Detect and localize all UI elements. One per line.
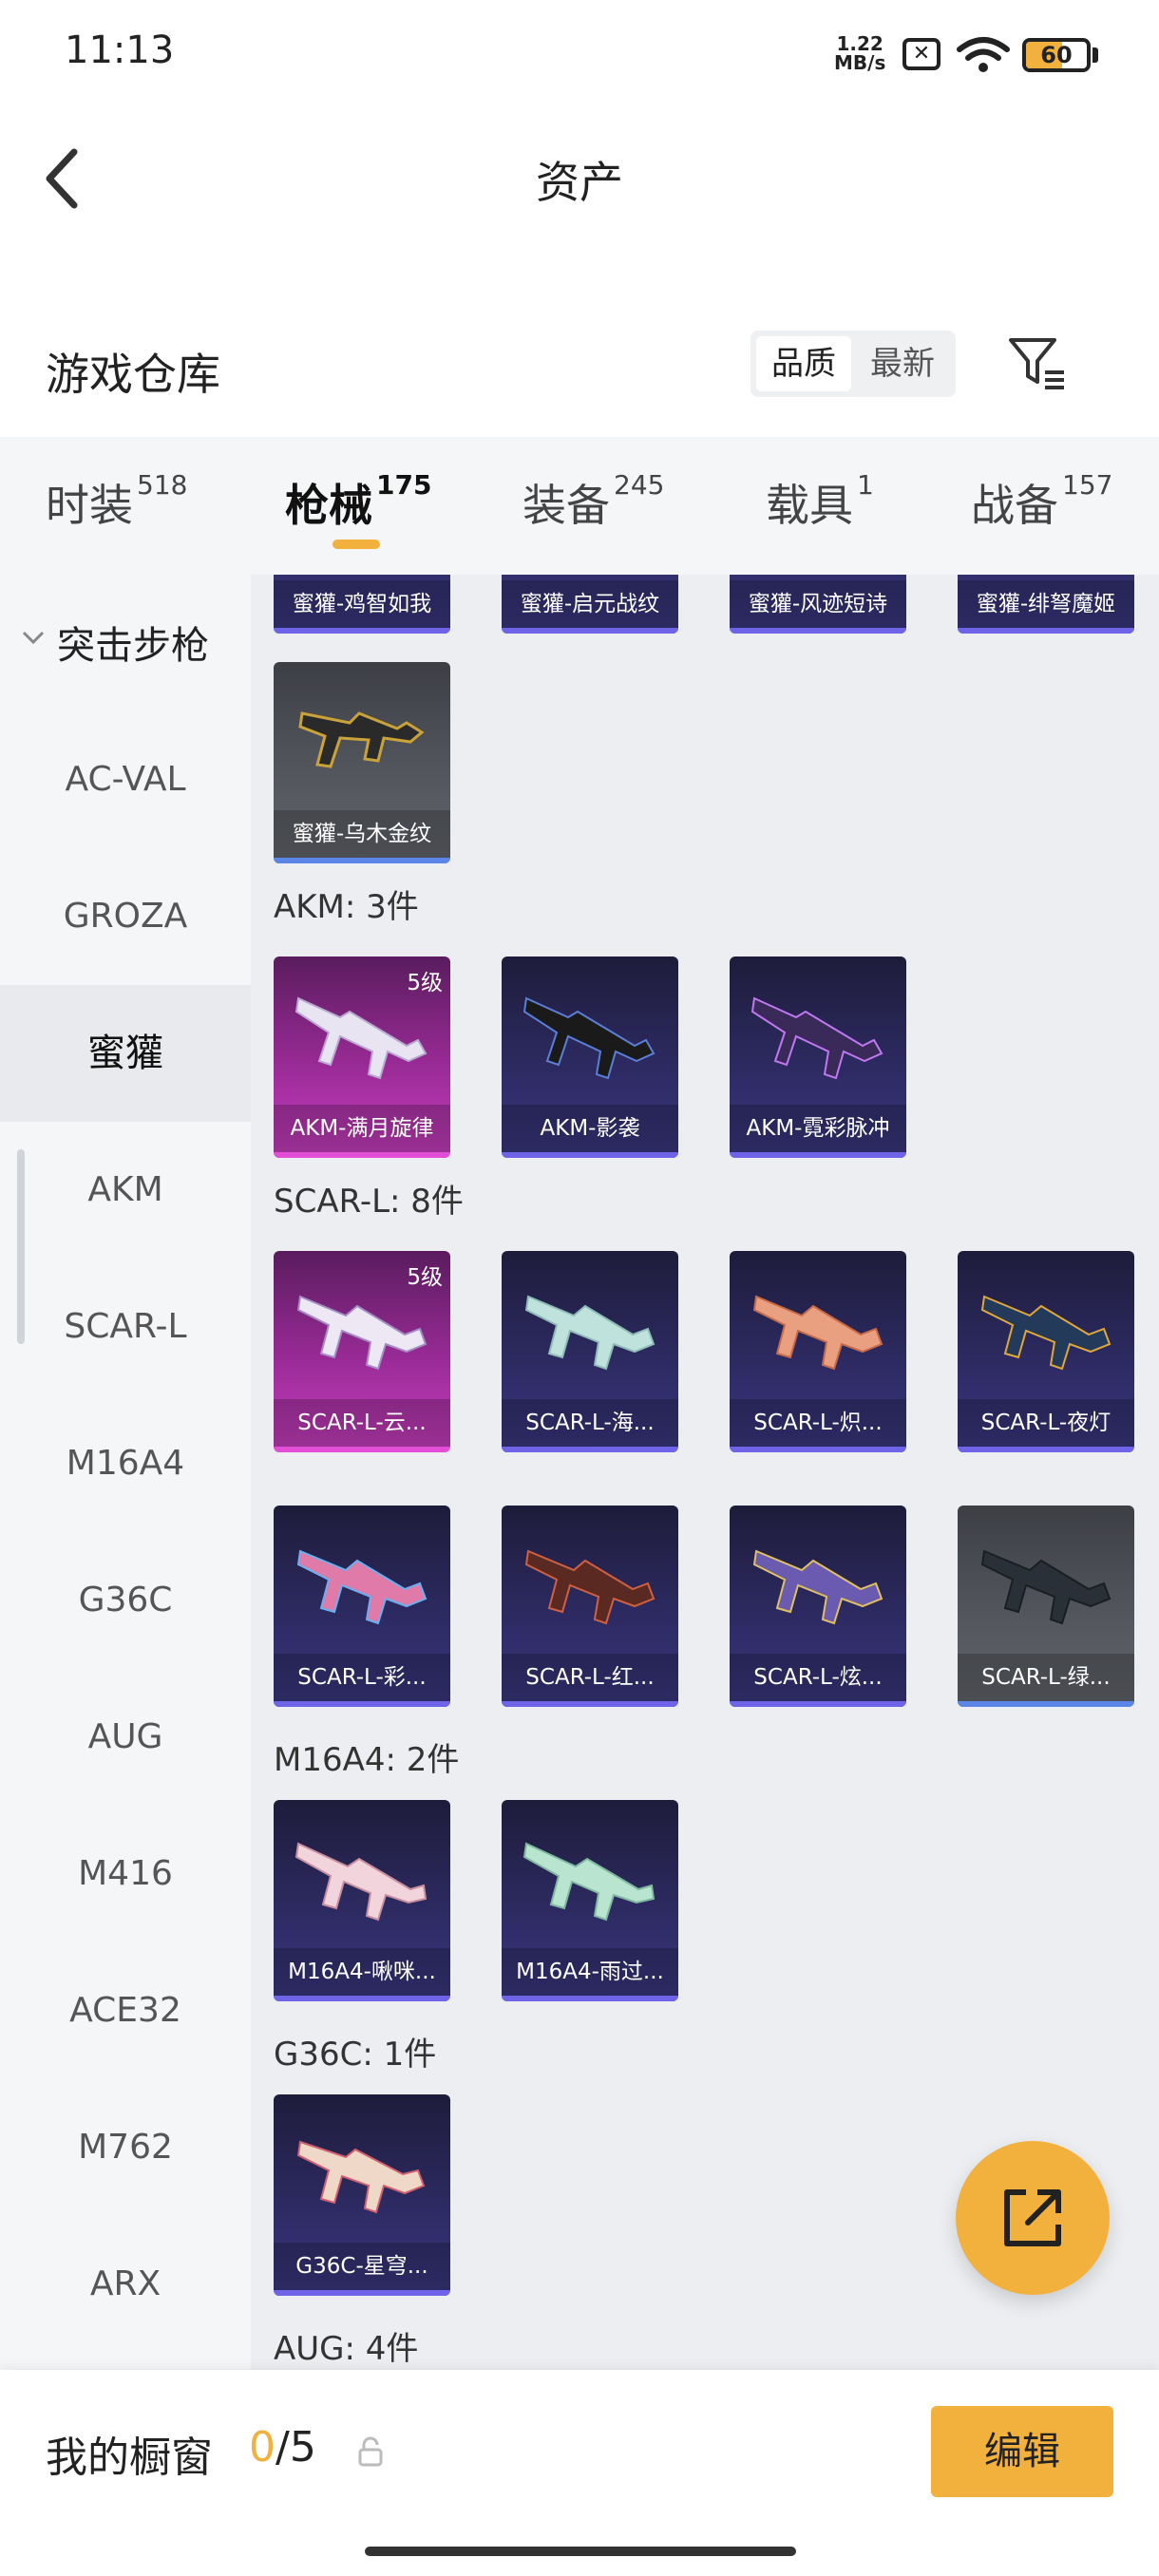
section-title: G36C: 1件: [274, 2036, 437, 2074]
page-title: 资产: [536, 157, 623, 208]
weapon-card[interactable]: AKM-影袭: [502, 957, 678, 1158]
weapon-card[interactable]: 蜜獾-鸡智如我: [274, 575, 450, 634]
tab-equipment[interactable]: 装备 245: [522, 469, 664, 534]
rifle-icon: [980, 1295, 1112, 1371]
rifle-icon: [752, 1549, 884, 1625]
section-title: M16A4: 2件: [274, 1741, 460, 1779]
active-tab-indicator: [332, 540, 380, 549]
battery-icon: 60: [1022, 38, 1091, 72]
weapon-card[interactable]: SCAR-L-红...: [502, 1506, 678, 1707]
weapon-card[interactable]: 蜜獾-绯弩魔姬: [958, 575, 1134, 634]
edit-button[interactable]: 编辑: [931, 2406, 1113, 2497]
home-indicator[interactable]: [365, 2547, 796, 2556]
sidebar-item[interactable]: AC-VAL: [0, 711, 251, 848]
sidebar-item[interactable]: SCAR-L: [0, 1259, 251, 1395]
sidebar-item[interactable]: G36C: [0, 1532, 251, 1669]
showcase-bar: 我的橱窗 0/5 编辑: [0, 2370, 1159, 2576]
page-header: 资产: [0, 104, 1159, 247]
rifle-icon: [298, 711, 425, 768]
sidebar-item[interactable]: AUG: [0, 1669, 251, 1806]
section-title: SCAR-L: 8件: [274, 1183, 464, 1221]
rifle-icon: [294, 1842, 428, 1922]
wifi-icon: [957, 37, 1010, 72]
sidebar-item[interactable]: ACE32: [0, 1942, 251, 2079]
weapon-card[interactable]: SCAR-L-炽...: [730, 1251, 906, 1452]
category-tabs: 时装 518 枪械 175 装备 245 载具 1 战备 157: [0, 437, 1159, 575]
rifle-icon: [296, 1295, 428, 1371]
battery-tip: [1092, 47, 1098, 63]
showcase-count: 0/5: [249, 2423, 316, 2472]
weapon-card[interactable]: G36C-星穹...: [274, 2094, 450, 2296]
sidebar-scrollbar[interactable]: [17, 1149, 25, 1344]
weapon-grid: 蜜獾-鸡智如我 蜜獾-启元战纹 蜜獾-风迹短诗 蜜獾-绯弩魔姬 蜜獾-乌木金纹 …: [251, 575, 1159, 2370]
rifle-icon: [522, 1842, 656, 1922]
rifle-icon: [296, 1549, 428, 1625]
warehouse-label: 游戏仓库: [46, 349, 220, 400]
weapon-card[interactable]: 5级 SCAR-L-云...: [274, 1251, 450, 1452]
rifle-icon: [524, 1549, 656, 1625]
sidebar-item[interactable]: M416: [0, 1806, 251, 1942]
sort-quality-button[interactable]: 品质: [756, 336, 851, 391]
sidebar-item[interactable]: GROZA: [0, 848, 251, 985]
sidebar-item[interactable]: ARX: [0, 2216, 251, 2353]
showcase-label: 我的橱窗: [46, 2434, 213, 2482]
sort-toggle: 品质 最新: [750, 331, 956, 397]
sidebar-item[interactable]: M762: [0, 2079, 251, 2216]
sidebar-item[interactable]: AKM: [0, 1122, 251, 1259]
weapon-card[interactable]: M16A4-啾咪...: [274, 1800, 450, 2001]
share-fab-button[interactable]: [956, 2141, 1110, 2295]
weapon-card[interactable]: 蜜獾-风迹短诗: [730, 575, 906, 634]
tab-vehicles[interactable]: 载具 1: [766, 469, 874, 534]
category-assault-rifles[interactable]: 突击步枪: [0, 594, 251, 689]
status-bar: 11:13 1.22 MB/s ✕ 60: [0, 0, 1159, 104]
share-icon: [1004, 2189, 1061, 2246]
tab-supplies[interactable]: 战备 157: [971, 469, 1112, 534]
section-title: AKM: 3件: [274, 888, 419, 926]
weapon-card[interactable]: SCAR-L-夜灯: [958, 1251, 1134, 1452]
weapon-card[interactable]: 蜜獾-乌木金纹: [274, 662, 450, 863]
warehouse-row: 游戏仓库 品质 最新: [0, 323, 1159, 427]
rifle-icon: [752, 1295, 884, 1371]
tab-fashion[interactable]: 时装 518: [46, 469, 187, 534]
no-sim-icon: ✕: [902, 38, 940, 70]
filter-icon[interactable]: [1007, 334, 1068, 395]
weapon-card[interactable]: 蜜獾-启元战纹: [502, 575, 678, 634]
rifle-icon: [522, 996, 656, 1080]
weapon-card[interactable]: SCAR-L-绿...: [958, 1506, 1134, 1707]
rifle-icon: [296, 2140, 426, 2214]
rifle-icon: [750, 996, 884, 1080]
rifle-icon: [294, 996, 428, 1080]
lock-icon: [358, 2436, 383, 2467]
chevron-down-icon: [22, 631, 45, 645]
rifle-icon: [980, 1549, 1112, 1625]
weapon-card[interactable]: SCAR-L-彩...: [274, 1506, 450, 1707]
rifle-icon: [524, 1295, 656, 1371]
section-title: AUG: 4件: [274, 2330, 419, 2368]
sort-latest-button[interactable]: 最新: [855, 336, 950, 391]
network-speed: 1.22 MB/s: [834, 32, 886, 74]
weapon-card[interactable]: SCAR-L-海...: [502, 1251, 678, 1452]
weapon-card[interactable]: AKM-霓彩脉冲: [730, 957, 906, 1158]
sidebar-item-selected[interactable]: 蜜獾: [0, 985, 251, 1122]
weapon-card[interactable]: SCAR-L-炫...: [730, 1506, 906, 1707]
sidebar-item[interactable]: M16A4: [0, 1395, 251, 1532]
tab-guns[interactable]: 枪械 175: [285, 469, 431, 534]
weapon-card[interactable]: 5级 AKM-满月旋律: [274, 957, 450, 1158]
weapon-card[interactable]: M16A4-雨过...: [502, 1800, 678, 2001]
weapon-sidebar: 突击步枪 AC-VAL GROZA 蜜獾 AKM SCAR-L M16A4 G3…: [0, 575, 251, 2370]
status-time: 11:13: [65, 28, 175, 72]
